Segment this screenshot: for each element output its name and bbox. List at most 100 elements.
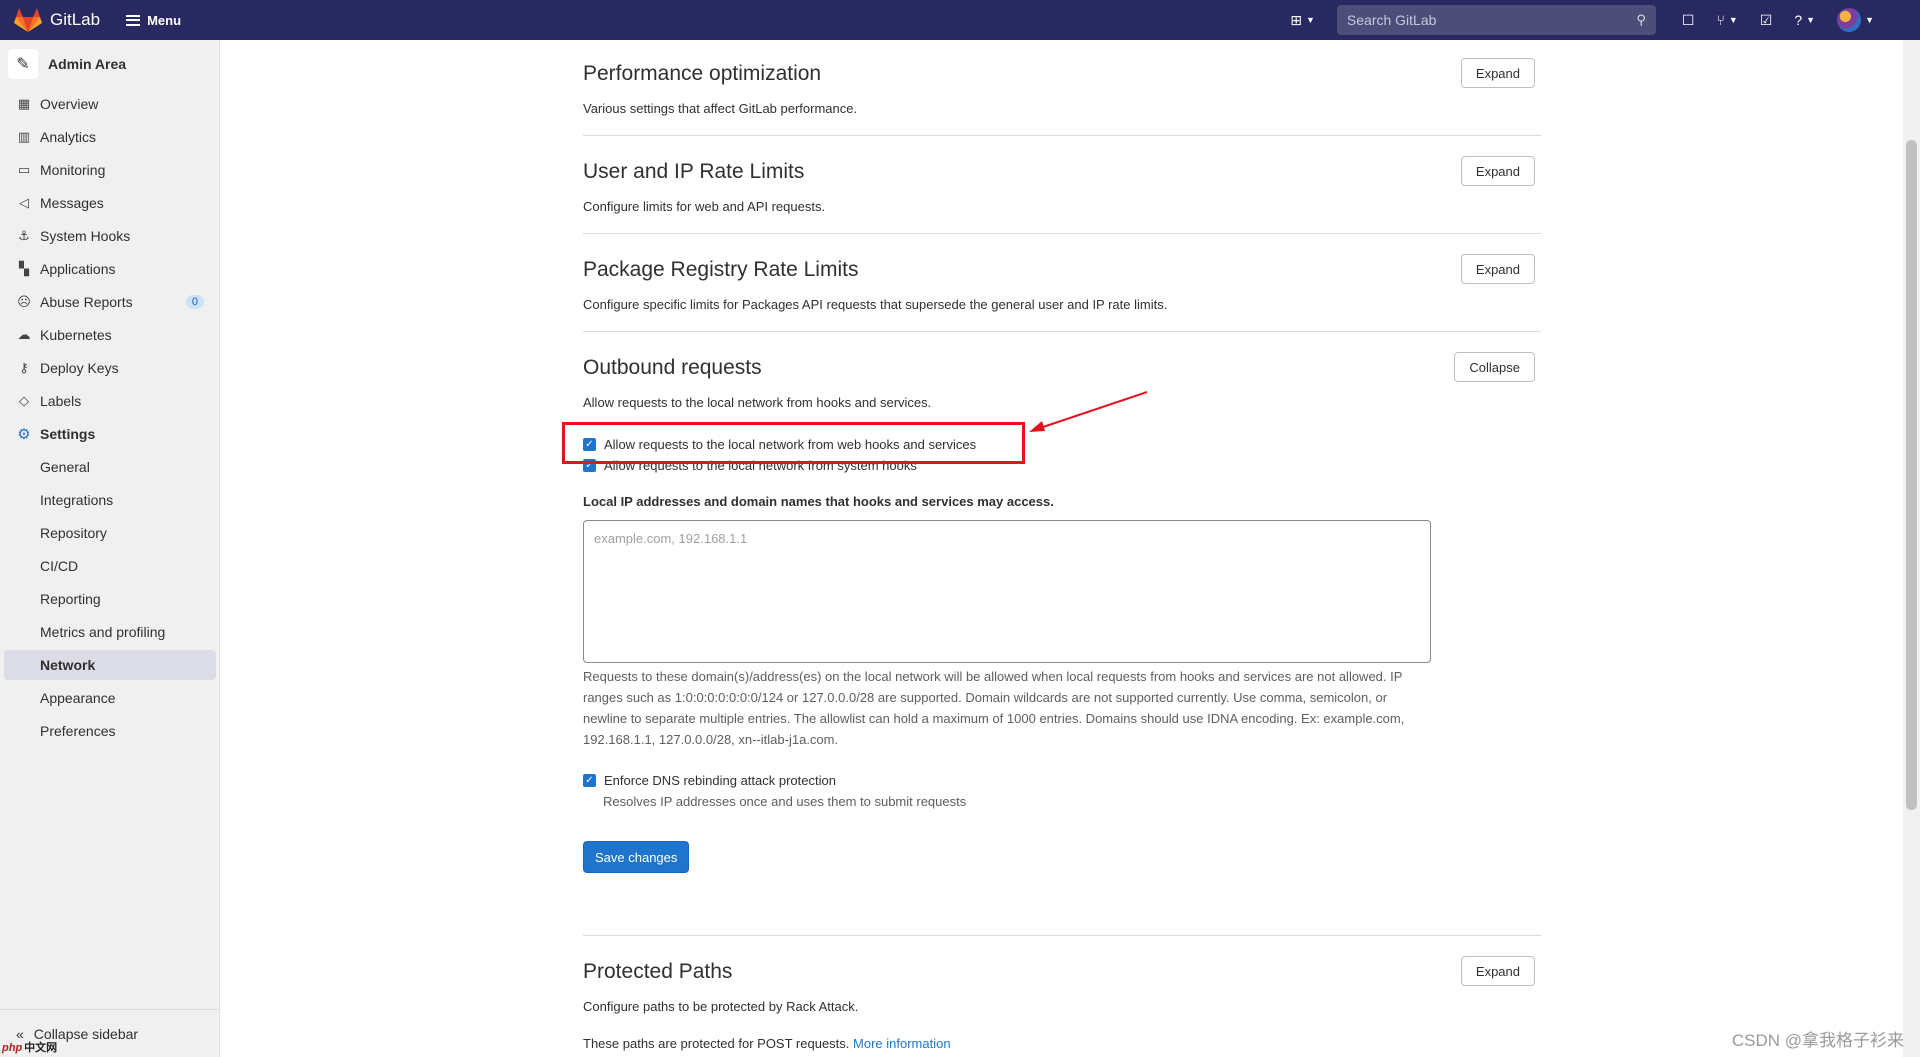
wrench-icon: ✎ bbox=[8, 49, 38, 79]
sidebar-item-monitoring[interactable]: ▭ Monitoring bbox=[4, 155, 216, 185]
sidebar-item-label: Kubernetes bbox=[40, 327, 112, 343]
menu-button[interactable]: Menu bbox=[126, 13, 181, 28]
question-icon: ? bbox=[1794, 12, 1803, 28]
sidebar-subitem-label: Network bbox=[40, 657, 96, 673]
sidebar-subitem-network[interactable]: Network bbox=[4, 650, 216, 680]
merge-request-icon: ⑂ bbox=[1716, 12, 1725, 28]
chevron-down-icon: ▼ bbox=[1865, 15, 1874, 25]
expand-button[interactable]: Expand bbox=[1460, 156, 1535, 186]
section-package-registry: Package Registry Rate Limits Configure s… bbox=[583, 234, 1541, 332]
sidebar-item-label: System Hooks bbox=[40, 228, 131, 244]
sidebar-item-label: Applications bbox=[40, 261, 116, 277]
sidebar-subitem-cicd[interactable]: CI/CD bbox=[4, 551, 216, 581]
hamburger-icon bbox=[126, 14, 141, 26]
allowlist-textarea[interactable]: example.com, 192.168.1.1 bbox=[583, 520, 1431, 663]
sidebar-subitem-appearance[interactable]: Appearance bbox=[4, 683, 216, 713]
analytics-icon: ▥ bbox=[17, 129, 31, 144]
section-title: Performance optimization bbox=[583, 62, 822, 85]
textarea-placeholder: example.com, 192.168.1.1 bbox=[594, 531, 748, 546]
php-logo-mark: php bbox=[2, 1042, 23, 1054]
expand-button[interactable]: Expand bbox=[1460, 956, 1535, 986]
section-description: Configure limits for web and API request… bbox=[583, 199, 826, 214]
sidebar-subitem-label: General bbox=[40, 459, 90, 475]
sidebar-subitem-general[interactable]: General bbox=[4, 452, 216, 482]
page-scrollbar[interactable] bbox=[1903, 40, 1920, 1057]
merge-requests-dropdown[interactable]: ⑂ ▼ bbox=[1716, 12, 1737, 28]
sidebar-item-applications[interactable]: ▚ Applications bbox=[4, 254, 216, 284]
protected-paths-note: These paths are protected for POST reque… bbox=[583, 1036, 951, 1051]
sidebar-header[interactable]: ✎ Admin Area bbox=[0, 40, 219, 88]
sidebar-subitem-integrations[interactable]: Integrations bbox=[4, 485, 216, 515]
hooks-icon: ⚓ bbox=[18, 228, 30, 243]
section-title: Outbound requests bbox=[583, 356, 762, 379]
user-menu[interactable]: ▼ bbox=[1837, 8, 1874, 32]
help-dropdown[interactable]: ? ▼ bbox=[1794, 12, 1815, 28]
sidebar-subitem-label: Preferences bbox=[40, 723, 116, 739]
count-badge: 0 bbox=[185, 295, 204, 309]
checkbox-label: Enforce DNS rebinding attack protection bbox=[604, 773, 836, 788]
issues-button[interactable]: ☐ bbox=[1682, 12, 1695, 29]
abuse-icon: ☹ bbox=[17, 294, 31, 309]
expand-button[interactable]: Expand bbox=[1460, 254, 1535, 284]
dns-help-text: Resolves IP addresses once and uses them… bbox=[603, 794, 967, 809]
search-input[interactable]: Search GitLab ⚲ bbox=[1336, 5, 1656, 35]
watermark-text: CSDN @拿我格子衫来 bbox=[1731, 1031, 1904, 1050]
search-icon: ⚲ bbox=[1636, 12, 1646, 27]
sidebar-item-label: Monitoring bbox=[40, 162, 106, 178]
sidebar-item-settings[interactable]: ⚙ Settings bbox=[4, 419, 216, 449]
note-text: These paths are protected for POST reque… bbox=[583, 1036, 850, 1051]
chevron-down-icon: ▼ bbox=[1806, 15, 1816, 25]
section-description: Configure paths to be protected by Rack … bbox=[583, 999, 859, 1014]
sidebar-item-label: Abuse Reports bbox=[40, 294, 133, 310]
settings-icon: ⚙ bbox=[17, 426, 31, 443]
sidebar-subitem-reporting[interactable]: Reporting bbox=[4, 584, 216, 614]
label-icon: ◇ bbox=[19, 393, 29, 408]
section-description: Allow requests to the local network from… bbox=[583, 395, 932, 410]
section-rate-limits: User and IP Rate Limits Configure limits… bbox=[583, 136, 1541, 234]
gitlab-logo[interactable]: GitLab bbox=[14, 7, 100, 33]
overview-icon: ▦ bbox=[17, 96, 31, 111]
sidebar-subitem-metrics[interactable]: Metrics and profiling bbox=[4, 617, 216, 647]
sidebar-item-deploy-keys[interactable]: ⚷ Deploy Keys bbox=[4, 353, 216, 383]
sidebar-subitem-label: Metrics and profiling bbox=[40, 624, 166, 640]
sidebar-item-label: Labels bbox=[40, 393, 82, 409]
issues-icon: ☐ bbox=[1681, 11, 1695, 28]
sidebar-title: Admin Area bbox=[48, 56, 127, 72]
sidebar-item-system-hooks[interactable]: ⚓ System Hooks bbox=[4, 221, 216, 251]
save-changes-button[interactable]: Save changes bbox=[583, 841, 690, 873]
dns-rebinding-checkbox-row[interactable]: ✓ Enforce DNS rebinding attack protectio… bbox=[583, 773, 836, 788]
annotation-highlight-box bbox=[562, 422, 1025, 464]
sidebar-subitem-repository[interactable]: Repository bbox=[4, 518, 216, 548]
new-item-dropdown[interactable]: ⊞ ▼ bbox=[1290, 12, 1315, 29]
section-description: Configure specific limits for Packages A… bbox=[583, 297, 1168, 312]
collapse-button[interactable]: Collapse bbox=[1454, 352, 1535, 382]
app-name: GitLab bbox=[50, 10, 101, 29]
checkbox-checked[interactable]: ✓ bbox=[583, 774, 596, 787]
allowlist-help-text: Requests to these domain(s)/address(es) … bbox=[583, 669, 1405, 747]
php-logo-text: 中文网 bbox=[24, 1042, 58, 1054]
section-title: Package Registry Rate Limits bbox=[583, 258, 859, 281]
sidebar-subitem-label: Repository bbox=[40, 525, 107, 541]
sidebar-item-messages[interactable]: ◁ Messages bbox=[4, 188, 216, 218]
sidebar-item-analytics[interactable]: ▥ Analytics bbox=[4, 122, 216, 152]
tanuki-icon bbox=[14, 8, 42, 32]
sidebar-subitem-label: Integrations bbox=[40, 492, 114, 508]
menu-label: Menu bbox=[147, 12, 182, 28]
sidebar-item-labels[interactable]: ◇ Labels bbox=[4, 386, 216, 416]
expand-button[interactable]: Expand bbox=[1460, 58, 1535, 88]
allowlist-label: Local IP addresses and domain names that… bbox=[583, 494, 1054, 509]
php-site-logo: php 中文网 bbox=[2, 1039, 57, 1055]
sidebar-item-abuse-reports[interactable]: ☹ Abuse Reports 0 bbox=[4, 287, 216, 317]
sidebar-subitem-preferences[interactable]: Preferences bbox=[4, 716, 216, 746]
messages-icon: ◁ bbox=[19, 195, 29, 210]
sidebar-item-label: Messages bbox=[40, 195, 104, 211]
annotation-arrow-icon bbox=[1029, 391, 1148, 432]
sidebar: ✎ Admin Area ▦ Overview ▥ Analytics ▭ Monit… bbox=[0, 40, 220, 1057]
sidebar-item-kubernetes[interactable]: ☁ Kubernetes bbox=[4, 320, 216, 350]
more-information-link[interactable]: More information bbox=[853, 1036, 951, 1051]
key-icon: ⚷ bbox=[19, 360, 29, 375]
todos-button[interactable]: ☑ bbox=[1760, 12, 1773, 29]
sidebar-item-overview[interactable]: ▦ Overview bbox=[4, 89, 216, 119]
sidebar-subitem-label: Appearance bbox=[40, 690, 116, 706]
scrollbar-thumb[interactable] bbox=[1906, 140, 1917, 810]
